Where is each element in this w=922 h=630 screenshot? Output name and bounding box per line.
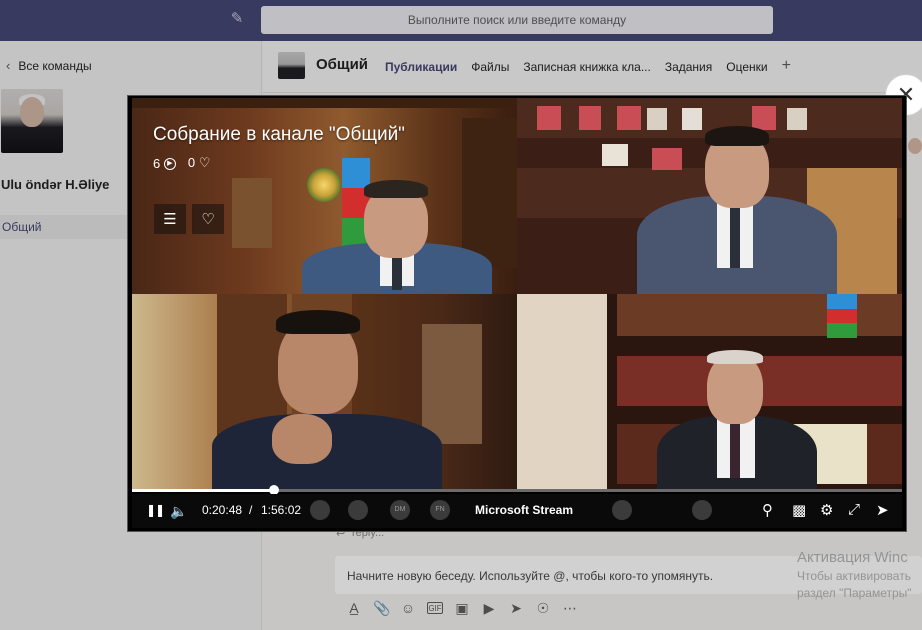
participant-avatar bbox=[348, 500, 368, 520]
fullscreen-icon[interactable]: ⤢ bbox=[848, 501, 860, 518]
duration: 1:56:02 bbox=[261, 503, 302, 517]
compose-toolbar: A̲ 📎 ☺ GIF ▣ ▶ ➤ ☉ ⋯ bbox=[346, 600, 578, 617]
volume-icon[interactable]: 🔈 bbox=[170, 503, 187, 520]
captions-icon[interactable]: ▩ bbox=[792, 501, 806, 519]
progress-bar[interactable] bbox=[132, 485, 902, 495]
top-bar: ✎ Выполните поиск или введите команду bbox=[0, 0, 922, 41]
stream-icon[interactable]: ➤ bbox=[508, 600, 524, 617]
windows-activation-watermark: Активация Winc Чтобы активировать раздел… bbox=[797, 549, 912, 600]
participant-avatar bbox=[692, 500, 712, 520]
activation-line: раздел "Параметры" bbox=[797, 586, 912, 600]
search-icon[interactable]: ⚲ bbox=[762, 501, 773, 519]
all-teams-link[interactable]: ‹ Все команды bbox=[6, 58, 92, 73]
tab-posts[interactable]: Публикации bbox=[385, 60, 457, 74]
tab-class-notebook[interactable]: Записная книжка кла... bbox=[523, 60, 650, 74]
activation-line: Чтобы активировать bbox=[797, 569, 911, 583]
team-avatar bbox=[1, 89, 63, 153]
views-count: 6 ▶ bbox=[153, 156, 176, 171]
format-icon[interactable]: A̲ bbox=[346, 600, 362, 617]
add-tab-button[interactable]: + bbox=[782, 58, 791, 74]
all-teams-label: Все команды bbox=[18, 58, 92, 73]
like-button[interactable]: ♡ bbox=[192, 204, 224, 234]
heart-outline-icon: ♡ bbox=[198, 155, 211, 170]
add-list-icon: ☰ bbox=[163, 211, 177, 228]
team-name: Ulu öndər H.Əliye bbox=[1, 177, 110, 192]
meet-icon[interactable]: ▶ bbox=[481, 600, 497, 617]
pause-button[interactable]: ❚❚ bbox=[146, 503, 165, 517]
compose-icon[interactable]: ✎ bbox=[228, 10, 246, 28]
participant-avatar bbox=[612, 500, 632, 520]
video-title: Собрание в канале "Общий" bbox=[153, 124, 405, 145]
player-controls: ❚❚ 🔈 0:20:48 / 1:56:02 DM FN Microsoft S… bbox=[132, 494, 902, 528]
time-separator: / bbox=[249, 503, 253, 517]
heart-icon: ♡ bbox=[201, 211, 215, 228]
activation-title: Активация Winc bbox=[797, 549, 908, 566]
search-input[interactable]: Выполните поиск или введите команду bbox=[261, 6, 773, 34]
likes-count: 0 ♡ bbox=[187, 155, 211, 170]
participant-video bbox=[517, 294, 902, 490]
tab-assignments[interactable]: Задания bbox=[665, 60, 712, 74]
participant-video bbox=[132, 294, 517, 490]
video-player[interactable]: Собрание в канале "Общий" 6 ▶ 0 ♡ ☰ ♡ ❚❚… bbox=[127, 95, 907, 532]
more-options-icon[interactable]: ⋯ bbox=[562, 600, 578, 617]
tab-files[interactable]: Файлы bbox=[471, 60, 509, 74]
progress-fill bbox=[132, 489, 274, 492]
participant-initials-dm: DM bbox=[390, 500, 410, 520]
tab-grades[interactable]: Оценки bbox=[726, 60, 767, 74]
praise-icon[interactable]: ☉ bbox=[535, 600, 551, 617]
emoji-icon[interactable]: ☺ bbox=[400, 600, 416, 617]
video-grid: Собрание в канале "Общий" 6 ▶ 0 ♡ ☰ ♡ bbox=[132, 98, 902, 490]
participant-initials-fn: FN bbox=[430, 500, 450, 520]
stream-brand: Microsoft Stream bbox=[475, 503, 574, 517]
play-circle-icon: ▶ bbox=[163, 158, 176, 171]
channel-avatar bbox=[278, 52, 305, 79]
video-stats: 6 ▶ 0 ♡ bbox=[153, 155, 210, 171]
gif-icon[interactable]: GIF bbox=[427, 602, 443, 614]
share-icon[interactable]: ➤ bbox=[876, 501, 889, 519]
channel-header: Общий Публикации Файлы Записная книжка к… bbox=[263, 41, 922, 93]
add-to-list-button[interactable]: ☰ bbox=[154, 204, 186, 234]
chevron-left-icon: ‹ bbox=[6, 58, 11, 73]
participant-video bbox=[517, 98, 902, 294]
channel-title: Общий bbox=[316, 56, 369, 73]
participant-avatar bbox=[310, 500, 330, 520]
gear-icon[interactable]: ⚙ bbox=[820, 501, 833, 519]
avatar bbox=[908, 138, 922, 154]
sticker-icon[interactable]: ▣ bbox=[454, 600, 470, 617]
channel-tabs: Публикации Файлы Записная книжка кла... … bbox=[385, 58, 791, 75]
compose-placeholder: Начните новую беседу. Используйте @, что… bbox=[347, 569, 714, 583]
attach-icon[interactable]: 📎 bbox=[373, 600, 390, 617]
video-actions: ☰ ♡ bbox=[154, 204, 224, 234]
current-time: 0:20:48 bbox=[202, 503, 243, 517]
